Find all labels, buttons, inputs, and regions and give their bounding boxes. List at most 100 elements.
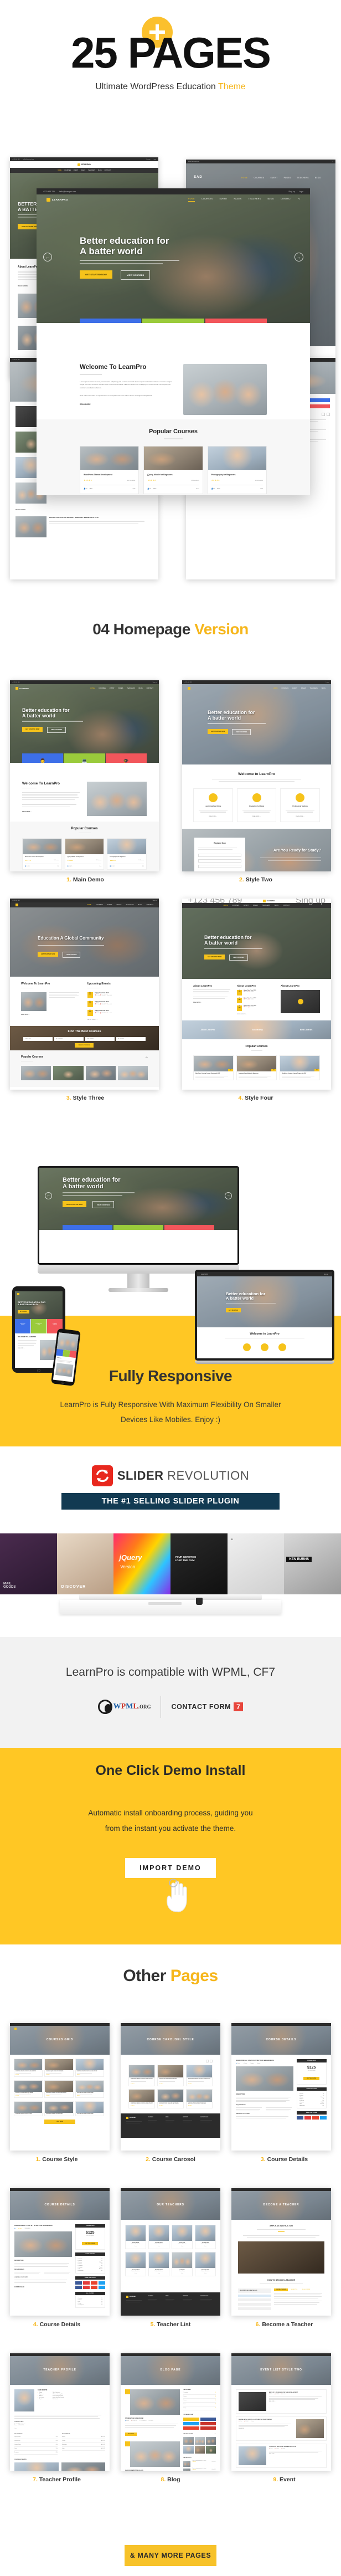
coffee-mug-icon: [196, 1598, 203, 1605]
front-topbar-phone: +123 456 789: [43, 190, 55, 193]
homepage-thumb-4[interactable]: +123 456 789 LEARNPRO Sing up HOME COURSES…: [182, 899, 331, 1090]
front-topbar-signup[interactable]: Sing up: [288, 191, 295, 193]
arrow-left-icon[interactable]: ←: [45, 1192, 52, 1199]
upcoming-events-title: Upcoming Events: [87, 982, 111, 986]
mockup-topbar: +123 456 789 hello@eduread.com Sing up L…: [10, 157, 158, 161]
laptop-device: LEARNPRO Sing up Better education for A ba…: [195, 1270, 334, 1364]
ready-title: Are You Ready for Study?: [273, 848, 321, 853]
import-demo-button[interactable]: IMPORT DEMO: [125, 1857, 216, 1878]
mockup-topbar-right: hello@eduread.com ●: [186, 160, 335, 163]
homepage-thumb-3[interactable]: +123 456 789 Sing up HOME COURSES EVENT PAGE…: [10, 899, 159, 1090]
mockup-nav: HOME COURSES EVENT PAGES TEACHERS BLOG CONTACT: [10, 168, 158, 173]
course-card[interactable]: Photography for Beginners ★★★★★ 18 Review…: [207, 445, 267, 494]
topbar-phone: +123 456 789: [12, 158, 20, 160]
find-courses-title: Find The Best Courses: [68, 1030, 101, 1034]
hand-pointer-icon: [167, 1878, 187, 1912]
wpml-logo-icon: WPML.ORG: [97, 1700, 151, 1714]
sr-word-light: REVOLUTION: [167, 1469, 250, 1482]
front-brand: LEARNPRO: [52, 198, 68, 201]
other-page-thumb-4[interactable]: COURSE DETAILS WORDPRESS: STEP BY STEP F…: [10, 2188, 110, 2316]
play-icon[interactable]: [297, 999, 303, 1004]
page-title: 25 PAGES: [71, 28, 271, 77]
buy-course-button[interactable]: BUY THIS COURSE: [303, 2077, 320, 2080]
welcome-read-more[interactable]: READ MORE: [80, 403, 175, 406]
front-topbar-login[interactable]: Login: [299, 191, 303, 193]
other-page-thumb-8[interactable]: BLOG PAGE STUDENTS IN CLASS ROOM 👤 ADMIN…: [121, 2353, 220, 2471]
demo-install-title: One Click Demo Install: [95, 1763, 246, 1778]
cf7-label: CONTACT FORM: [171, 1703, 231, 1711]
front-cta-secondary[interactable]: VIEW COURSES: [121, 270, 151, 280]
buy-course-button[interactable]: BUY THIS COURSE: [82, 2242, 99, 2245]
homepage-label-2: 3. Style Three 4. Style Four: [66, 1095, 273, 1101]
responsive-text-block: Fully Responsive LearnPro is Fully Respo…: [0, 1367, 341, 1427]
sr-word-bold: SLIDER: [117, 1469, 164, 1482]
course-card[interactable]: jQuery Mobile for Beginners ★★★★★ 35 Revi…: [143, 445, 203, 494]
other-page-thumb-7[interactable]: TEACHER PROFILE DAVID MARTIN ● Degree PHD …: [10, 2353, 110, 2471]
homepage-label-1: 1. Main Demo 2. Style Two: [66, 876, 272, 883]
laptop-welcome-title: Welcome to LearnPro: [250, 1332, 280, 1336]
other-page-thumb-5[interactable]: OUR TEACHERS DAVID MARTIN Database & Arch…: [121, 2188, 220, 2316]
search-button[interactable]: SEARCH COURSES: [74, 1043, 94, 1048]
homepage-thumb-1[interactable]: +123 456 789 Sing up LEARNPRO HOME COURSES…: [10, 680, 159, 871]
arrow-right-icon[interactable]: →: [225, 1192, 232, 1199]
other-page-thumb-9[interactable]: EVENT LIST STYLE TWO BEST OF 3 UX DESIGN…: [231, 2353, 331, 2471]
course-card[interactable]: WordPress Theme Development ★★★★★ 24 Revi…: [80, 445, 140, 494]
front-topbar: +123 456 789 hello@learnpro.com Sing up …: [37, 188, 310, 194]
responsive-text-2: Devices Like Mobiles. Enjoy :): [120, 1415, 221, 1424]
welcome-paragraph-2: Duis aute irure dolor in reprehenderit i…: [80, 394, 153, 397]
responsive-text-1: LearnPro is Fully Responsive With Maximu…: [60, 1400, 281, 1409]
type-select[interactable]: Free Courses: [85, 1037, 115, 1041]
hero-style3-title: Education A Global Community: [38, 936, 104, 941]
slider-revolution-section: SLIDER REVOLUTION THE #1 SELLING SLIDER …: [0, 1465, 341, 1510]
feature-card-0[interactable]: 👨‍🏫 Professional Teachers Lorem ipsum do…: [80, 318, 142, 323]
sr-tagline: THE #1 SELLING SLIDER PLUGIN: [61, 1493, 280, 1510]
topbar-signup: Sing up: [146, 158, 151, 160]
hero-subtitle: Ultimate WordPress Education Theme: [0, 82, 341, 92]
welcome-paragraph-1: Lorem ipsum dolor sit amet, consectetur …: [80, 380, 172, 389]
mockup-front-main: +123 456 789 hello@learnpro.com Sing up …: [37, 188, 310, 495]
feature-card-2[interactable]: 🎓 Graduation Certificate Lorem ipsum dol…: [205, 318, 267, 323]
category-select[interactable]: All Categories: [54, 1037, 84, 1041]
arrow-left-icon[interactable]: ←: [43, 253, 52, 261]
responsive-title: Fully Responsive: [108, 1367, 232, 1384]
other-page-thumb-3[interactable]: COURSE DETAILS WORDPRESS: STEP BY STEP F…: [231, 2023, 331, 2151]
cf7-badge: 7: [234, 1702, 244, 1711]
other-pages-labels-row3: 7. Teacher Profile 8. Blog 9. Event: [33, 2476, 296, 2483]
other-pages-heading: Other Pages: [123, 1967, 218, 1985]
slider-showcase: MAIL GOODS DISCOVER jQuery Version YOUR GE…: [0, 1533, 341, 1617]
teacher-select[interactable]: All Teachers: [116, 1037, 146, 1041]
topbar-email-right: hello@eduread.com: [188, 161, 199, 162]
hero-subtitle-accent: Theme: [218, 82, 246, 91]
hero-mockup-stack: +123 456 789 hello@eduread.com Sing up L…: [0, 138, 341, 598]
topbar-email: hello@eduread.com: [23, 158, 34, 160]
search-input[interactable]: Course Title: [23, 1037, 53, 1041]
homepage-version-heading: 04 Homepage Version: [92, 620, 249, 638]
mockup-brand: EDUREAD: [81, 163, 91, 166]
welcome-title: Welcome To LearnPro: [80, 364, 147, 371]
hero-title-section: 25 PAGES Ultimate WordPress Education Th…: [0, 0, 341, 138]
many-more-pages-button[interactable]: & MANY MORE PAGES: [125, 2545, 216, 2566]
other-pages-section: Other Pages: [0, 1967, 341, 1985]
demo-install-text-1: Automatic install onboarding process, gu…: [88, 1809, 253, 1817]
register-title: Register Now: [214, 841, 226, 844]
hero-subtitle-main: Ultimate WordPress Education: [95, 82, 218, 91]
read-more-link[interactable]: READ MORE: [16, 509, 153, 511]
demo-install-text-2: from the instant you activate the theme.: [105, 1824, 236, 1833]
other-page-thumb-1[interactable]: COURSES GRID WORDPRESS CREATING CUSTOM P…: [10, 2023, 110, 2151]
front-topbar-email: hello@learnpro.com: [59, 190, 76, 193]
compat-title: LearnPro is compatible with WPML, CF7: [65, 1666, 276, 1679]
other-pages-labels-row1: 1. Course Style 2. Course Carosol 3. Cou…: [35, 2156, 308, 2163]
topbar-phone-bl: +123 456 789: [12, 359, 20, 361]
front-search-icon[interactable]: ⚲: [298, 198, 300, 202]
homepage-thumb-2[interactable]: +123 456 789 Login HOME COURSES EVENT PAGES T…: [182, 680, 331, 871]
feature-card-1[interactable]: 💻 Learn Anywhere Online Lorem ipsum dolo…: [142, 318, 204, 323]
arrow-right-icon[interactable]: →: [294, 253, 303, 261]
other-page-thumb-2[interactable]: COURSE CAROUSEL STYLE WORDPRESS CREATING…: [121, 2023, 220, 2151]
more-pages-cta: & MANY MORE PAGES: [0, 2545, 341, 2566]
homepage-version-section: 04 Homepage Version: [0, 620, 341, 638]
topbar-login: Login: [153, 158, 156, 160]
front-cta-primary[interactable]: GET STARTED NOW: [80, 270, 112, 279]
other-page-thumb-6[interactable]: BECOME A TEACHER APPLY AS INSTRUCTOR HOW…: [231, 2188, 331, 2316]
about-title: About LearnPro: [193, 984, 213, 987]
other-pages-labels-row2: 4. Course Details 5. Teacher List 6. Bec…: [33, 2321, 313, 2328]
